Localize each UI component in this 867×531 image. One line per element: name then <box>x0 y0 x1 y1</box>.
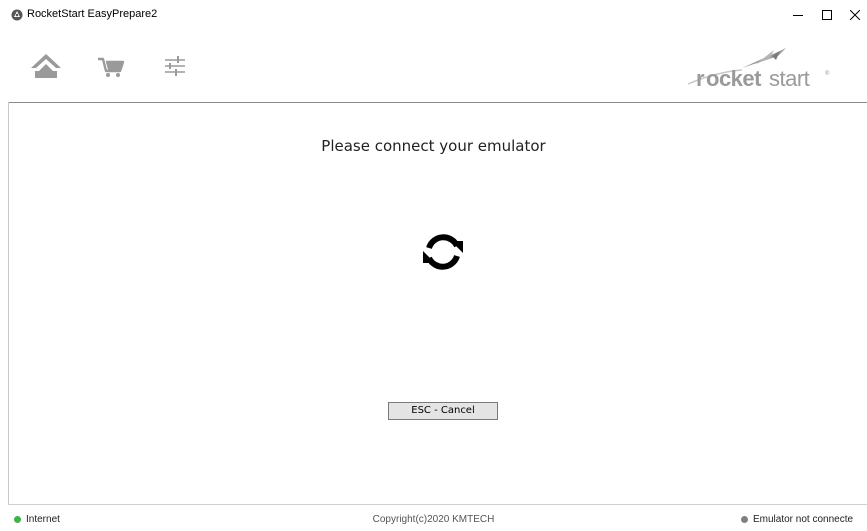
svg-text:r: r <box>696 66 705 91</box>
window-title: RocketStart EasyPrepare2 <box>27 8 158 20</box>
settings-button[interactable] <box>160 48 190 84</box>
rocketstart-logo: r ocket start ® <box>687 48 830 91</box>
emulator-status: Emulator not connecte <box>741 514 853 525</box>
content-left-border <box>8 102 9 504</box>
cart-button[interactable] <box>94 48 128 84</box>
svg-text:start: start <box>769 66 810 91</box>
emulator-status-dot-icon <box>741 516 748 523</box>
esc-cancel-button[interactable]: ESC - Cancel <box>388 402 498 420</box>
app-window: RocketStart EasyPrepare2 r ocket start ®… <box>0 0 867 531</box>
sync-icon <box>423 234 463 270</box>
svg-text:ocket: ocket <box>706 66 762 91</box>
toolbar-divider <box>8 102 867 103</box>
home-button[interactable] <box>28 48 64 84</box>
toolbar: r ocket start ® <box>0 30 867 102</box>
home-icon <box>31 54 61 78</box>
emulator-status-label: Emulator not connecte <box>753 514 854 525</box>
close-button[interactable] <box>837 0 867 30</box>
copyright-text: Copyright(c)2020 KMTECH <box>372 514 495 525</box>
minimize-icon <box>793 15 803 16</box>
settings-sliders-icon <box>165 56 185 76</box>
app-logo-icon <box>11 9 23 21</box>
connect-prompt: Please connect your emulator <box>321 137 546 155</box>
maximize-icon <box>822 10 832 20</box>
close-icon <box>850 10 860 20</box>
title-bar: RocketStart EasyPrepare2 <box>0 0 867 30</box>
svg-text:®: ® <box>825 70 830 77</box>
cart-icon <box>98 57 125 77</box>
status-bar: Internet Copyright(c)2020 KMTECH Emulato… <box>0 505 867 531</box>
